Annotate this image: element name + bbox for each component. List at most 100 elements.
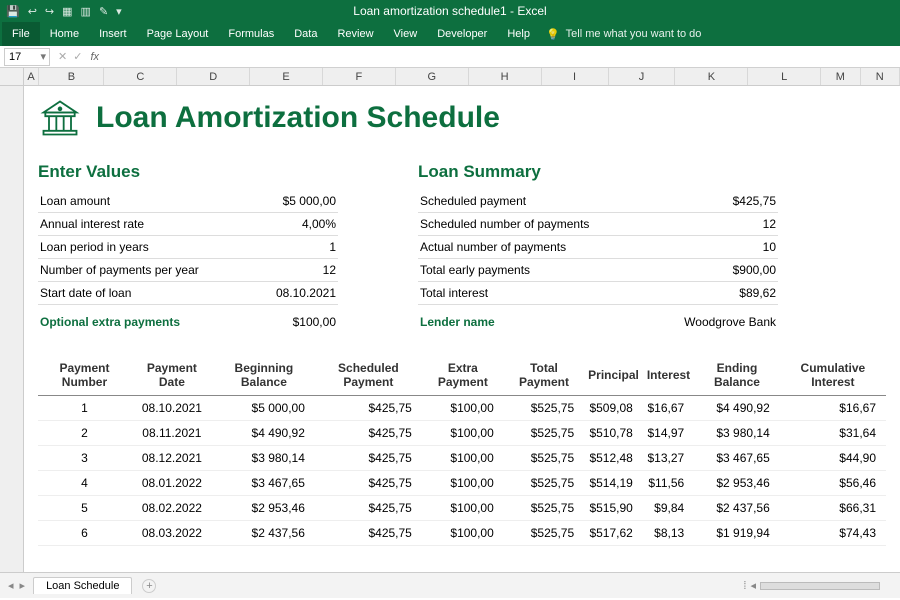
- cell[interactable]: $5 000,00: [213, 396, 315, 421]
- lender-value[interactable]: Woodgrove Bank: [684, 315, 776, 329]
- cell[interactable]: 5: [38, 496, 131, 521]
- name-box[interactable]: ▾: [4, 48, 50, 66]
- cell[interactable]: 08.01.2022: [131, 471, 213, 496]
- cell[interactable]: $515,90: [584, 496, 643, 521]
- table-row[interactable]: 508.02.2022$2 953,46$425,75$100,00$525,7…: [38, 496, 886, 521]
- ribbon-tab-insert[interactable]: Insert: [89, 22, 137, 46]
- cell[interactable]: $100,00: [422, 396, 504, 421]
- cell[interactable]: 4: [38, 471, 131, 496]
- sheet-tab-active[interactable]: Loan Schedule: [33, 577, 132, 594]
- col-header[interactable]: M: [821, 68, 860, 85]
- cell[interactable]: $525,75: [504, 496, 584, 521]
- cell[interactable]: $100,00: [422, 471, 504, 496]
- cell[interactable]: $3 980,14: [213, 446, 315, 471]
- h-scrollbar[interactable]: [760, 582, 880, 590]
- ribbon-tab-home[interactable]: Home: [40, 22, 89, 46]
- kv-value[interactable]: $5 000,00: [283, 194, 336, 208]
- ribbon-tab-review[interactable]: Review: [327, 22, 383, 46]
- kv-value[interactable]: 1: [329, 240, 336, 254]
- col-header[interactable]: I: [542, 68, 609, 85]
- chevron-down-icon[interactable]: ▾: [37, 50, 49, 63]
- redo-icon[interactable]: ↪: [45, 5, 54, 18]
- cell[interactable]: $514,19: [584, 471, 643, 496]
- cell[interactable]: $100,00: [422, 521, 504, 546]
- qat-dropdown-icon[interactable]: ▾: [116, 5, 122, 18]
- kv-value[interactable]: 12: [323, 263, 336, 277]
- kv-value[interactable]: 4,00%: [302, 217, 336, 231]
- cell[interactable]: $425,75: [315, 521, 422, 546]
- cell[interactable]: $13,27: [643, 446, 694, 471]
- table-row[interactable]: 408.01.2022$3 467,65$425,75$100,00$525,7…: [38, 471, 886, 496]
- qat-icon[interactable]: ▥: [81, 5, 91, 18]
- cell[interactable]: $8,13: [643, 521, 694, 546]
- cell[interactable]: $425,75: [315, 446, 422, 471]
- cell[interactable]: $16,67: [643, 396, 694, 421]
- name-box-input[interactable]: [5, 51, 37, 63]
- cell[interactable]: $425,75: [315, 396, 422, 421]
- col-header[interactable]: C: [104, 68, 177, 85]
- col-header[interactable]: B: [39, 68, 104, 85]
- fx-icon[interactable]: fx: [90, 51, 99, 63]
- tellme-text[interactable]: Tell me what you want to do: [566, 28, 702, 40]
- cell[interactable]: $425,75: [315, 421, 422, 446]
- cell[interactable]: 08.11.2021: [131, 421, 213, 446]
- scroll-left-icon[interactable]: ◂: [750, 579, 756, 592]
- col-header[interactable]: D: [177, 68, 250, 85]
- cell[interactable]: 2: [38, 421, 131, 446]
- col-header[interactable]: F: [323, 68, 396, 85]
- cell[interactable]: $4 490,92: [213, 421, 315, 446]
- save-icon[interactable]: 💾: [6, 5, 20, 18]
- cell[interactable]: $4 490,92: [694, 396, 780, 421]
- kv-value[interactable]: 08.10.2021: [276, 286, 336, 300]
- table-row[interactable]: 308.12.2021$3 980,14$425,75$100,00$525,7…: [38, 446, 886, 471]
- cell[interactable]: $2 437,56: [213, 521, 315, 546]
- cell[interactable]: $525,75: [504, 471, 584, 496]
- table-row[interactable]: 608.03.2022$2 437,56$425,75$100,00$525,7…: [38, 521, 886, 546]
- ribbon-tab-file[interactable]: File: [2, 22, 40, 46]
- col-header[interactable]: L: [748, 68, 821, 85]
- cell[interactable]: $16,67: [780, 396, 886, 421]
- add-sheet-button[interactable]: +: [142, 579, 156, 593]
- col-header[interactable]: E: [250, 68, 323, 85]
- cell[interactable]: $9,84: [643, 496, 694, 521]
- check-icon[interactable]: ✓: [73, 50, 82, 63]
- cell[interactable]: $14,97: [643, 421, 694, 446]
- cell[interactable]: $31,64: [780, 421, 886, 446]
- undo-icon[interactable]: ↩: [28, 5, 37, 18]
- select-all-corner[interactable]: [0, 68, 24, 85]
- cell[interactable]: $100,00: [422, 421, 504, 446]
- cell[interactable]: $100,00: [422, 496, 504, 521]
- brush-icon[interactable]: ✎: [99, 5, 108, 18]
- cell[interactable]: 1: [38, 396, 131, 421]
- cell[interactable]: $3 980,14: [694, 421, 780, 446]
- col-header[interactable]: N: [861, 68, 900, 85]
- worksheet-canvas[interactable]: Loan Amortization Schedule Enter Values …: [24, 86, 900, 572]
- cell[interactable]: 3: [38, 446, 131, 471]
- cell[interactable]: 6: [38, 521, 131, 546]
- cell[interactable]: $517,62: [584, 521, 643, 546]
- table-row[interactable]: 108.10.2021$5 000,00$425,75$100,00$525,7…: [38, 396, 886, 421]
- cell[interactable]: $66,31: [780, 496, 886, 521]
- extra-payments-value[interactable]: $100,00: [293, 315, 336, 329]
- cell[interactable]: $3 467,65: [694, 446, 780, 471]
- cell[interactable]: $44,90: [780, 446, 886, 471]
- cell[interactable]: $1 919,94: [694, 521, 780, 546]
- cell[interactable]: $425,75: [315, 496, 422, 521]
- cancel-icon[interactable]: ✕: [58, 50, 67, 63]
- cell[interactable]: $74,43: [780, 521, 886, 546]
- cell[interactable]: $509,08: [584, 396, 643, 421]
- ribbon-tab-formulas[interactable]: Formulas: [218, 22, 284, 46]
- cell[interactable]: $2 953,46: [213, 496, 315, 521]
- cell[interactable]: $56,46: [780, 471, 886, 496]
- formula-input[interactable]: [107, 48, 900, 66]
- cell[interactable]: $11,56: [643, 471, 694, 496]
- cell[interactable]: 08.03.2022: [131, 521, 213, 546]
- cell[interactable]: $525,75: [504, 421, 584, 446]
- col-header[interactable]: G: [396, 68, 469, 85]
- qat-icon[interactable]: ▦: [62, 5, 72, 18]
- ribbon-tab-help[interactable]: Help: [497, 22, 540, 46]
- ribbon-tab-data[interactable]: Data: [284, 22, 327, 46]
- col-header[interactable]: H: [469, 68, 542, 85]
- cell[interactable]: 08.12.2021: [131, 446, 213, 471]
- cell[interactable]: $425,75: [315, 471, 422, 496]
